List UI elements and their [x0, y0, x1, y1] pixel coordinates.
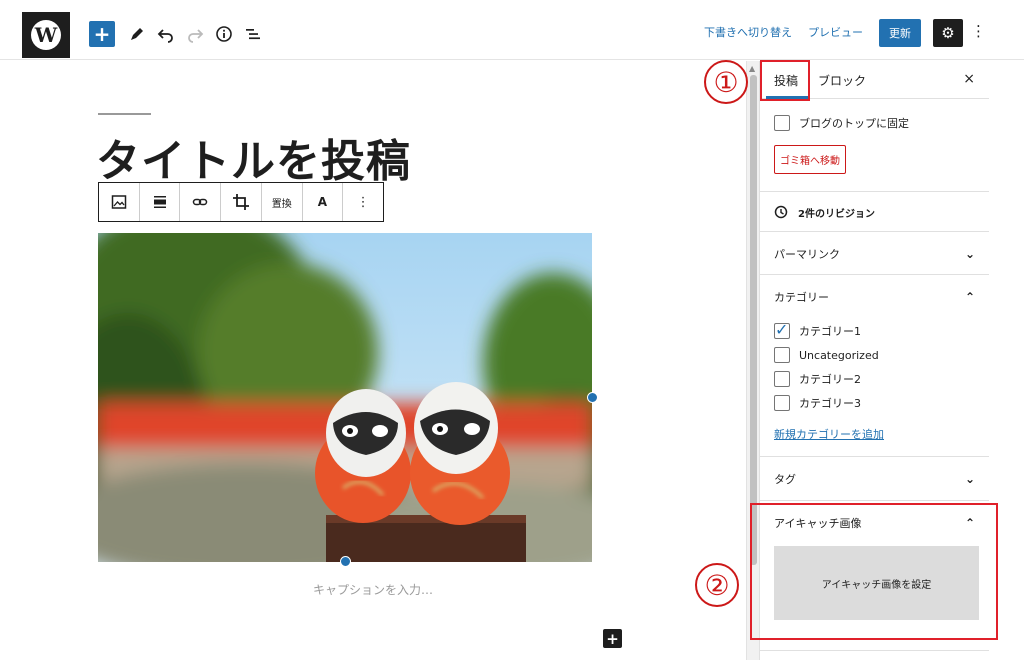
sticky-label: ブログのトップに固定 — [799, 117, 909, 130]
category-panel: カテゴリー ⌃ カテゴリー1 Uncategorized カテゴリー2 カテゴリ… — [760, 275, 989, 457]
tools-button[interactable] — [128, 22, 146, 46]
wordpress-logo-button[interactable]: W — [22, 12, 70, 58]
more-options-button[interactable]: ⋮ — [971, 22, 986, 40]
add-block-button-inline[interactable]: + — [603, 629, 622, 648]
align-icon — [153, 196, 166, 208]
annotation-highlight-featured-image — [750, 503, 998, 640]
align-button[interactable] — [140, 183, 181, 221]
text-overlay-button[interactable]: A — [303, 183, 344, 221]
annotation-highlight-post-tab — [760, 60, 810, 101]
undo-icon — [157, 29, 173, 43]
post-image[interactable] — [98, 233, 592, 562]
revisions-panel[interactable]: 2件のリビジョン — [760, 192, 989, 232]
category-checkbox[interactable] — [774, 371, 790, 387]
chevron-down-icon: ⌄ — [964, 472, 975, 486]
category-name: カテゴリー2 — [799, 373, 861, 386]
image-caption-input[interactable]: キャプションを入力… — [0, 581, 746, 598]
link-icon — [193, 198, 208, 206]
info-icon — [216, 26, 232, 42]
scrollbar-thumb[interactable] — [750, 75, 757, 565]
chevron-up-icon: ⌃ — [964, 290, 975, 304]
move-to-trash-button[interactable]: ゴミ箱へ移動 — [774, 145, 846, 174]
category-name: カテゴリー1 — [799, 325, 861, 338]
post-title[interactable]: タイトルを投稿 — [96, 125, 411, 189]
crop-button[interactable] — [221, 183, 262, 221]
resize-handle-bottom[interactable] — [340, 556, 351, 567]
gear-icon: ⚙ — [941, 24, 955, 42]
preview-link[interactable]: プレビュー — [808, 24, 863, 40]
close-sidebar-button[interactable]: × — [963, 71, 975, 87]
category-checkbox[interactable] — [774, 347, 790, 363]
undo-button[interactable] — [157, 22, 175, 46]
category-item: カテゴリー3 — [774, 391, 975, 415]
editor-header: W + 下書きへ切り替え プレビュー 更新 ⚙ ⋮ — [0, 0, 1024, 60]
add-block-button[interactable]: + — [89, 21, 115, 47]
plus-icon: + — [606, 629, 619, 648]
insert-link-button[interactable] — [180, 183, 222, 221]
list-view-icon — [246, 29, 260, 40]
daruma-photo — [98, 233, 592, 562]
replace-button[interactable]: 置換 — [262, 183, 303, 221]
sticky-row: ブログのトップに固定 — [774, 115, 975, 131]
category-item: Uncategorized — [774, 343, 975, 367]
permalink-panel[interactable]: パーマリンク ⌄ — [760, 232, 989, 275]
wordpress-logo-icon: W — [31, 20, 61, 50]
annotation-number-one: ① — [704, 60, 748, 104]
block-options-button[interactable]: ⋮ — [343, 183, 383, 221]
title-separator — [98, 113, 151, 115]
category-item: カテゴリー2 — [774, 367, 975, 391]
update-button[interactable]: 更新 — [879, 19, 921, 47]
category-name: カテゴリー3 — [799, 397, 861, 410]
category-item: カテゴリー1 — [774, 319, 975, 343]
category-label: カテゴリー — [774, 291, 829, 304]
sticky-checkbox[interactable] — [774, 115, 790, 131]
tags-label: タグ — [774, 473, 796, 486]
category-list: カテゴリー1 Uncategorized カテゴリー2 カテゴリー3 新規カテゴ… — [760, 319, 989, 442]
settings-button[interactable]: ⚙ — [933, 19, 963, 47]
category-name: Uncategorized — [799, 348, 879, 362]
image-icon — [111, 195, 127, 209]
permalink-label: パーマリンク — [774, 247, 840, 261]
scroll-up-icon: ▲ — [749, 64, 756, 73]
add-new-category-link[interactable]: 新規カテゴリーを追加 — [774, 428, 884, 441]
status-panel: ブログのトップに固定 ゴミ箱へ移動 — [760, 99, 989, 192]
chevron-down-icon: ⌄ — [964, 246, 975, 261]
redo-button[interactable] — [186, 22, 204, 46]
more-icon: ⋮ — [356, 194, 370, 210]
details-button[interactable] — [215, 22, 233, 46]
switch-to-draft-link[interactable]: 下書きへ切り替え — [704, 24, 792, 40]
category-panel-header[interactable]: カテゴリー ⌃ — [760, 275, 989, 319]
annotation-number-two: ② — [695, 563, 739, 607]
category-checkbox[interactable] — [774, 395, 790, 411]
block-toolbar: 置換 A ⋮ — [98, 182, 384, 222]
tags-panel[interactable]: タグ ⌄ — [760, 457, 989, 501]
tab-block[interactable]: ブロック — [818, 72, 866, 89]
crop-icon — [233, 194, 250, 210]
plus-icon: + — [93, 22, 111, 46]
redo-icon — [188, 29, 204, 43]
more-vertical-icon: ⋮ — [971, 22, 986, 40]
editor-canvas: タイトルを投稿 置換 A ⋮ キャプションを入力… + — [0, 61, 746, 660]
list-view-button[interactable] — [244, 22, 262, 46]
pencil-icon — [131, 28, 143, 40]
history-icon — [774, 205, 788, 219]
category-checkbox[interactable] — [774, 320, 790, 339]
revisions-label: 2件のリビジョン — [798, 208, 875, 220]
resize-handle-right[interactable] — [587, 392, 598, 403]
image-block-button[interactable] — [99, 183, 140, 221]
